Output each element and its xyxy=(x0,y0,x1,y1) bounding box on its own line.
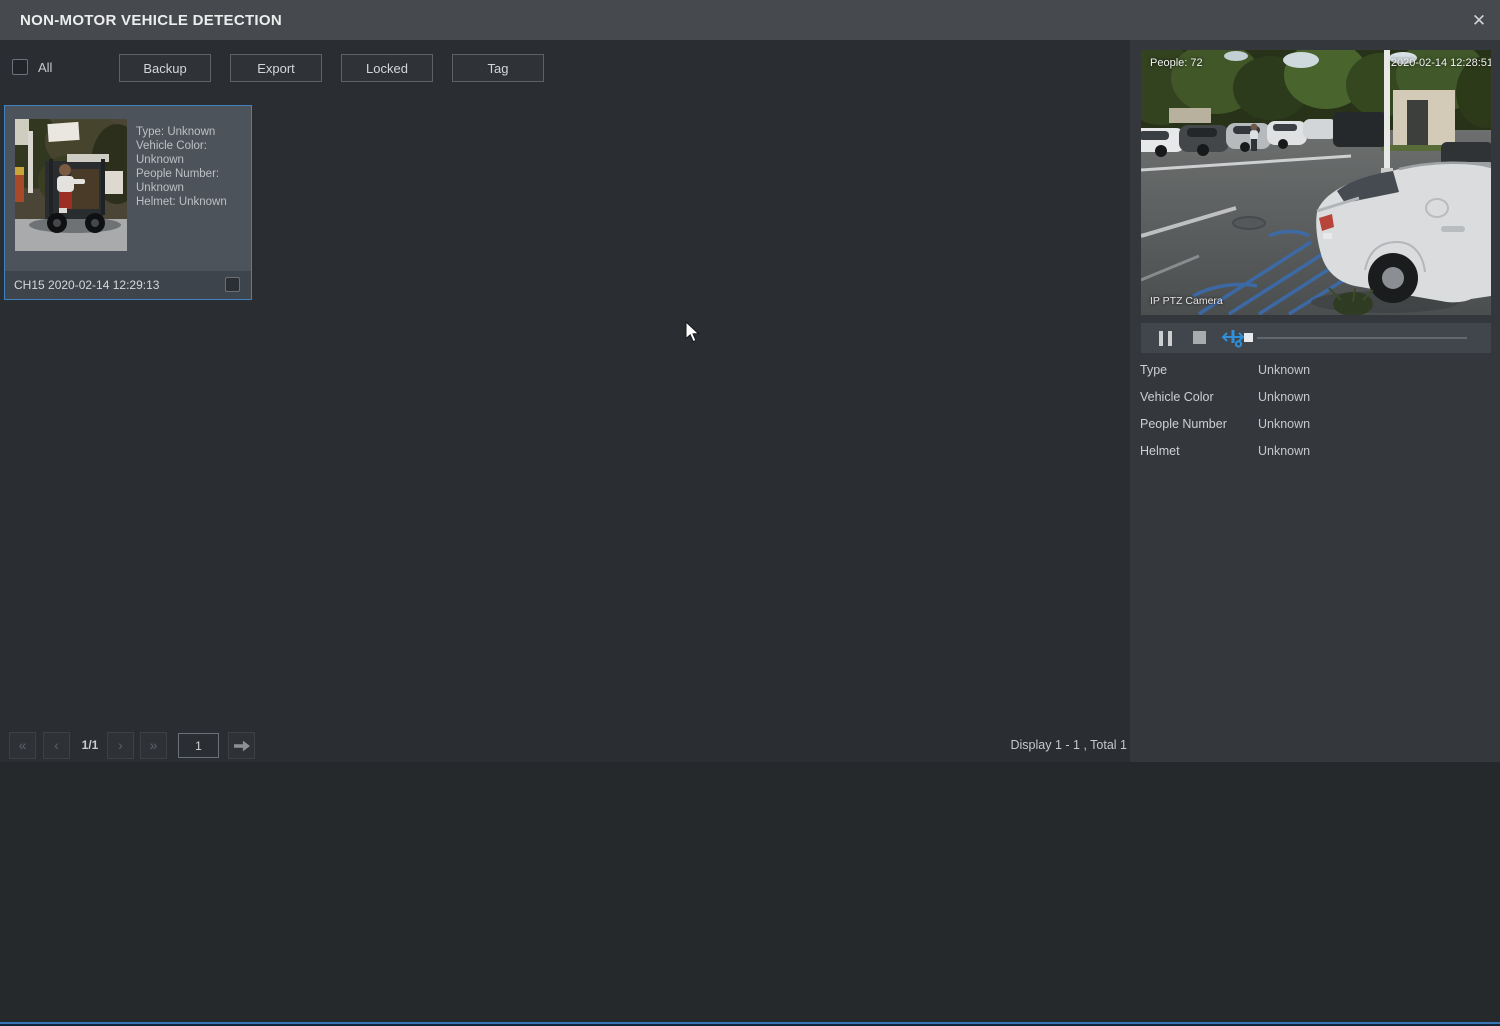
tag-button[interactable]: Tag xyxy=(452,54,544,82)
attribute-line: Type: Unknown xyxy=(136,125,242,139)
dialog-body: All Backup Export Locked Tag xyxy=(0,40,1500,762)
detail-label: Helmet xyxy=(1140,444,1180,458)
thumbnail-scene xyxy=(15,119,127,251)
page-indicator: 1/1 xyxy=(73,738,107,752)
ptz-control-button[interactable] xyxy=(1221,328,1245,348)
previous-page-icon: ‹ xyxy=(54,737,59,753)
close-button[interactable]: ✕ xyxy=(1464,5,1494,35)
attribute-line: Vehicle Color: Unknown xyxy=(136,139,242,167)
page-input[interactable] xyxy=(178,733,219,758)
pause-button[interactable] xyxy=(1159,330,1173,346)
non-motor-vehicle-detection-window: NON-MOTOR VEHICLE DETECTION ✕ All Backup… xyxy=(0,0,1500,1026)
card-footer: CH15 2020-02-14 12:29:13 xyxy=(5,271,251,299)
pause-icon xyxy=(1159,331,1173,346)
video-progress-slider[interactable] xyxy=(1244,323,1474,353)
first-page-icon: « xyxy=(19,737,27,753)
detection-card[interactable]: Type: Unknown Vehicle Color: Unknown Peo… xyxy=(4,105,252,300)
next-page-button[interactable]: › xyxy=(107,732,134,759)
detail-value: Unknown xyxy=(1258,363,1310,377)
slider-track xyxy=(1257,337,1467,339)
detection-details: Type Unknown Vehicle Color Unknown Peopl… xyxy=(1130,358,1500,466)
card-thumbnail[interactable] xyxy=(15,119,127,251)
detail-row: Type Unknown xyxy=(1130,358,1500,385)
previous-page-button[interactable]: ‹ xyxy=(43,732,70,759)
first-page-button[interactable]: « xyxy=(9,732,36,759)
ptz-control-icon xyxy=(1221,328,1245,348)
slider-thumb[interactable] xyxy=(1244,333,1253,342)
page-title: NON-MOTOR VEHICLE DETECTION xyxy=(0,12,282,29)
detail-label: People Number xyxy=(1140,417,1227,431)
timestamp-overlay: 2020-02-14 12:28:51 xyxy=(1391,57,1491,69)
stop-icon xyxy=(1193,331,1206,344)
playback-controls xyxy=(1141,323,1491,353)
detail-label: Type xyxy=(1140,363,1167,377)
card-checkbox[interactable] xyxy=(225,277,240,292)
card-caption: CH15 2020-02-14 12:29:13 xyxy=(5,278,159,292)
go-page-button[interactable] xyxy=(228,732,255,759)
detail-label: Vehicle Color xyxy=(1140,390,1214,404)
backup-button[interactable]: Backup xyxy=(119,54,211,82)
go-arrow-icon xyxy=(232,738,252,754)
last-page-button[interactable]: » xyxy=(140,732,167,759)
stop-button[interactable] xyxy=(1193,331,1206,344)
next-page-icon: › xyxy=(118,737,123,753)
attribute-line: Helmet: Unknown xyxy=(136,195,242,209)
detail-row: Helmet Unknown xyxy=(1130,439,1500,466)
title-bar: NON-MOTOR VEHICLE DETECTION ✕ xyxy=(0,0,1500,40)
background-area xyxy=(0,762,1500,1022)
camera-name-overlay: IP PTZ Camera xyxy=(1150,295,1223,307)
preview-panel: People: 72 2020-02-14 12:28:51 IP PTZ Ca… xyxy=(1130,40,1500,762)
video-scene xyxy=(1141,50,1491,315)
people-count-overlay: People: 72 xyxy=(1150,57,1203,69)
detail-value: Unknown xyxy=(1258,417,1310,431)
locked-button[interactable]: Locked xyxy=(341,54,433,82)
export-button[interactable]: Export xyxy=(230,54,322,82)
bottom-accent-line xyxy=(0,1022,1500,1026)
close-icon: ✕ xyxy=(1472,12,1486,29)
detail-value: Unknown xyxy=(1258,444,1310,458)
video-frame[interactable]: People: 72 2020-02-14 12:28:51 IP PTZ Ca… xyxy=(1141,50,1491,315)
last-page-icon: » xyxy=(150,737,158,753)
results-status: Display 1 - 1 , Total 1 xyxy=(1011,738,1128,752)
detail-row: People Number Unknown xyxy=(1130,412,1500,439)
card-attributes: Type: Unknown Vehicle Color: Unknown Peo… xyxy=(136,125,242,209)
attribute-line: People Number: Unknown xyxy=(136,167,242,195)
select-all-label: All xyxy=(38,60,52,75)
detail-value: Unknown xyxy=(1258,390,1310,404)
select-all-checkbox[interactable] xyxy=(12,59,28,75)
detail-row: Vehicle Color Unknown xyxy=(1130,385,1500,412)
